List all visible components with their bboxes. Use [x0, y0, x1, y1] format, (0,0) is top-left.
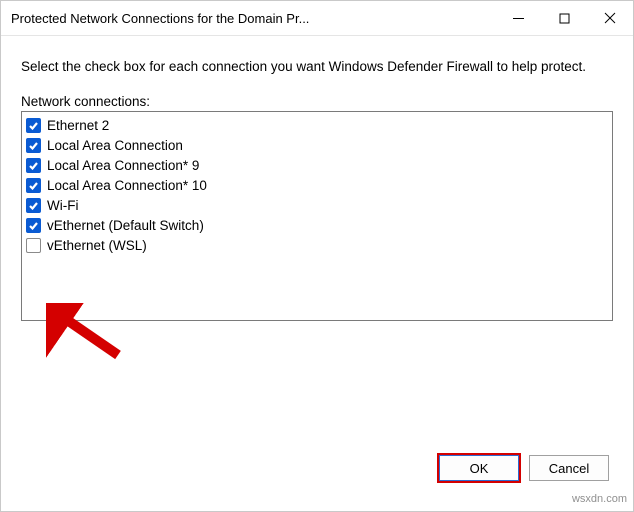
instruction-text: Select the check box for each connection… [21, 58, 613, 76]
connection-checkbox[interactable] [26, 238, 41, 253]
check-icon [28, 220, 39, 231]
minimize-icon [513, 13, 524, 24]
connection-row[interactable]: Local Area Connection [26, 136, 608, 156]
maximize-icon [559, 13, 570, 24]
check-icon [28, 180, 39, 191]
connection-checkbox[interactable] [26, 138, 41, 153]
window-controls [495, 1, 633, 35]
title-bar: Protected Network Connections for the Do… [1, 1, 633, 36]
cancel-button[interactable]: Cancel [529, 455, 609, 481]
check-icon [28, 120, 39, 131]
connection-label: Local Area Connection* 10 [47, 176, 207, 196]
connection-row[interactable]: vEthernet (WSL) [26, 236, 608, 256]
minimize-button[interactable] [495, 1, 541, 35]
connections-listbox[interactable]: Ethernet 2Local Area ConnectionLocal Are… [21, 111, 613, 321]
maximize-button[interactable] [541, 1, 587, 35]
connection-label: Wi-Fi [47, 196, 78, 216]
connection-label: Local Area Connection [47, 136, 183, 156]
connection-row[interactable]: Local Area Connection* 10 [26, 176, 608, 196]
connection-checkbox[interactable] [26, 198, 41, 213]
connection-label: Ethernet 2 [47, 116, 109, 136]
watermark: wsxdn.com [572, 493, 627, 505]
connection-row[interactable]: Wi-Fi [26, 196, 608, 216]
dialog-body: Select the check box for each connection… [1, 36, 633, 511]
close-button[interactable] [587, 1, 633, 35]
list-label: Network connections: [21, 94, 613, 109]
connection-checkbox[interactable] [26, 178, 41, 193]
window-title: Protected Network Connections for the Do… [11, 11, 309, 26]
button-row: OK Cancel [439, 455, 609, 481]
dialog-window: Protected Network Connections for the Do… [0, 0, 634, 512]
check-icon [28, 200, 39, 211]
connection-row[interactable]: Ethernet 2 [26, 116, 608, 136]
check-icon [28, 160, 39, 171]
connection-checkbox[interactable] [26, 158, 41, 173]
connection-label: vEthernet (WSL) [47, 236, 147, 256]
connection-row[interactable]: Local Area Connection* 9 [26, 156, 608, 176]
close-icon [604, 12, 616, 24]
connection-row[interactable]: vEthernet (Default Switch) [26, 216, 608, 236]
connection-checkbox[interactable] [26, 118, 41, 133]
check-icon [28, 140, 39, 151]
connection-label: Local Area Connection* 9 [47, 156, 199, 176]
ok-button[interactable]: OK [439, 455, 519, 481]
connection-label: vEthernet (Default Switch) [47, 216, 204, 236]
connection-checkbox[interactable] [26, 218, 41, 233]
